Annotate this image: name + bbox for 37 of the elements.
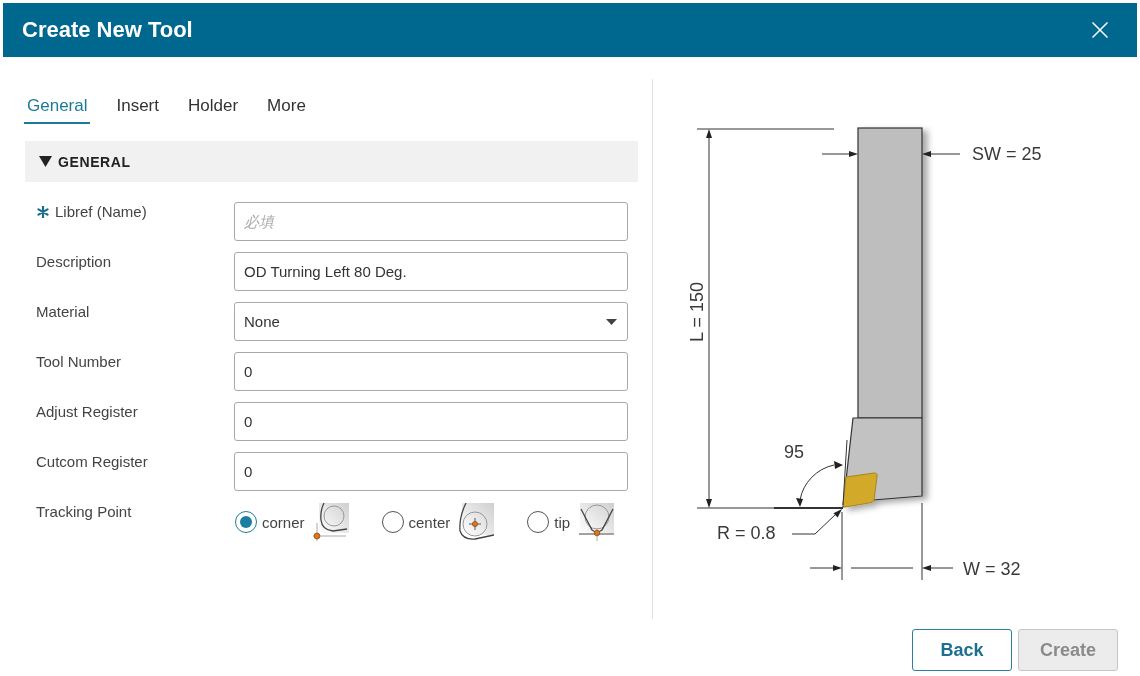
dimension-label: 95 [784,442,805,462]
dimension-label: W = 32 [963,559,1021,579]
field-label: Libref (Name) [55,202,147,222]
close-icon [1092,22,1108,38]
tab[interactable]: Insert [113,95,162,124]
text-field[interactable]: 必填 [234,202,628,241]
tip-point-icon [578,503,615,541]
center-point-icon [458,503,495,541]
window-title: Create New Tool [22,17,193,43]
text-field[interactable]: OD Turning Left 80 Deg. [234,252,628,291]
field-label: Cutcom Register [36,452,148,472]
dimension-label: R = 0.8 [717,523,776,543]
radio-button[interactable] [527,511,550,533]
dimension-label: L = 150 [687,282,707,342]
dimension-label: SW = 25 [972,144,1042,164]
text-field[interactable]: 0 [234,352,628,391]
section-header[interactable]: GENERAL [25,141,638,182]
field-label: Material [36,302,90,322]
tab[interactable]: More [264,95,309,124]
tab[interactable]: General [24,95,91,124]
field-label: Adjust Register [36,402,138,422]
radio-button[interactable] [381,511,404,533]
radio-option[interactable]: corner [235,503,349,541]
dropdown[interactable]: None [234,302,628,341]
text-field[interactable]: 0 [234,452,628,491]
back-button[interactable]: Back [912,629,1012,671]
radio-button[interactable] [235,511,257,533]
section-title: GENERAL [58,153,131,170]
tab[interactable]: Holder [185,95,242,124]
caret-icon [606,318,617,325]
field-label: Tool Number [36,352,122,372]
corner-point-icon [312,503,349,541]
radio-option[interactable]: center [381,503,495,541]
field-label: Tracking Point [36,502,132,522]
field-label: Description [36,252,112,272]
radio-option[interactable]: tip [527,503,615,541]
text-field[interactable]: 0 [234,402,628,441]
